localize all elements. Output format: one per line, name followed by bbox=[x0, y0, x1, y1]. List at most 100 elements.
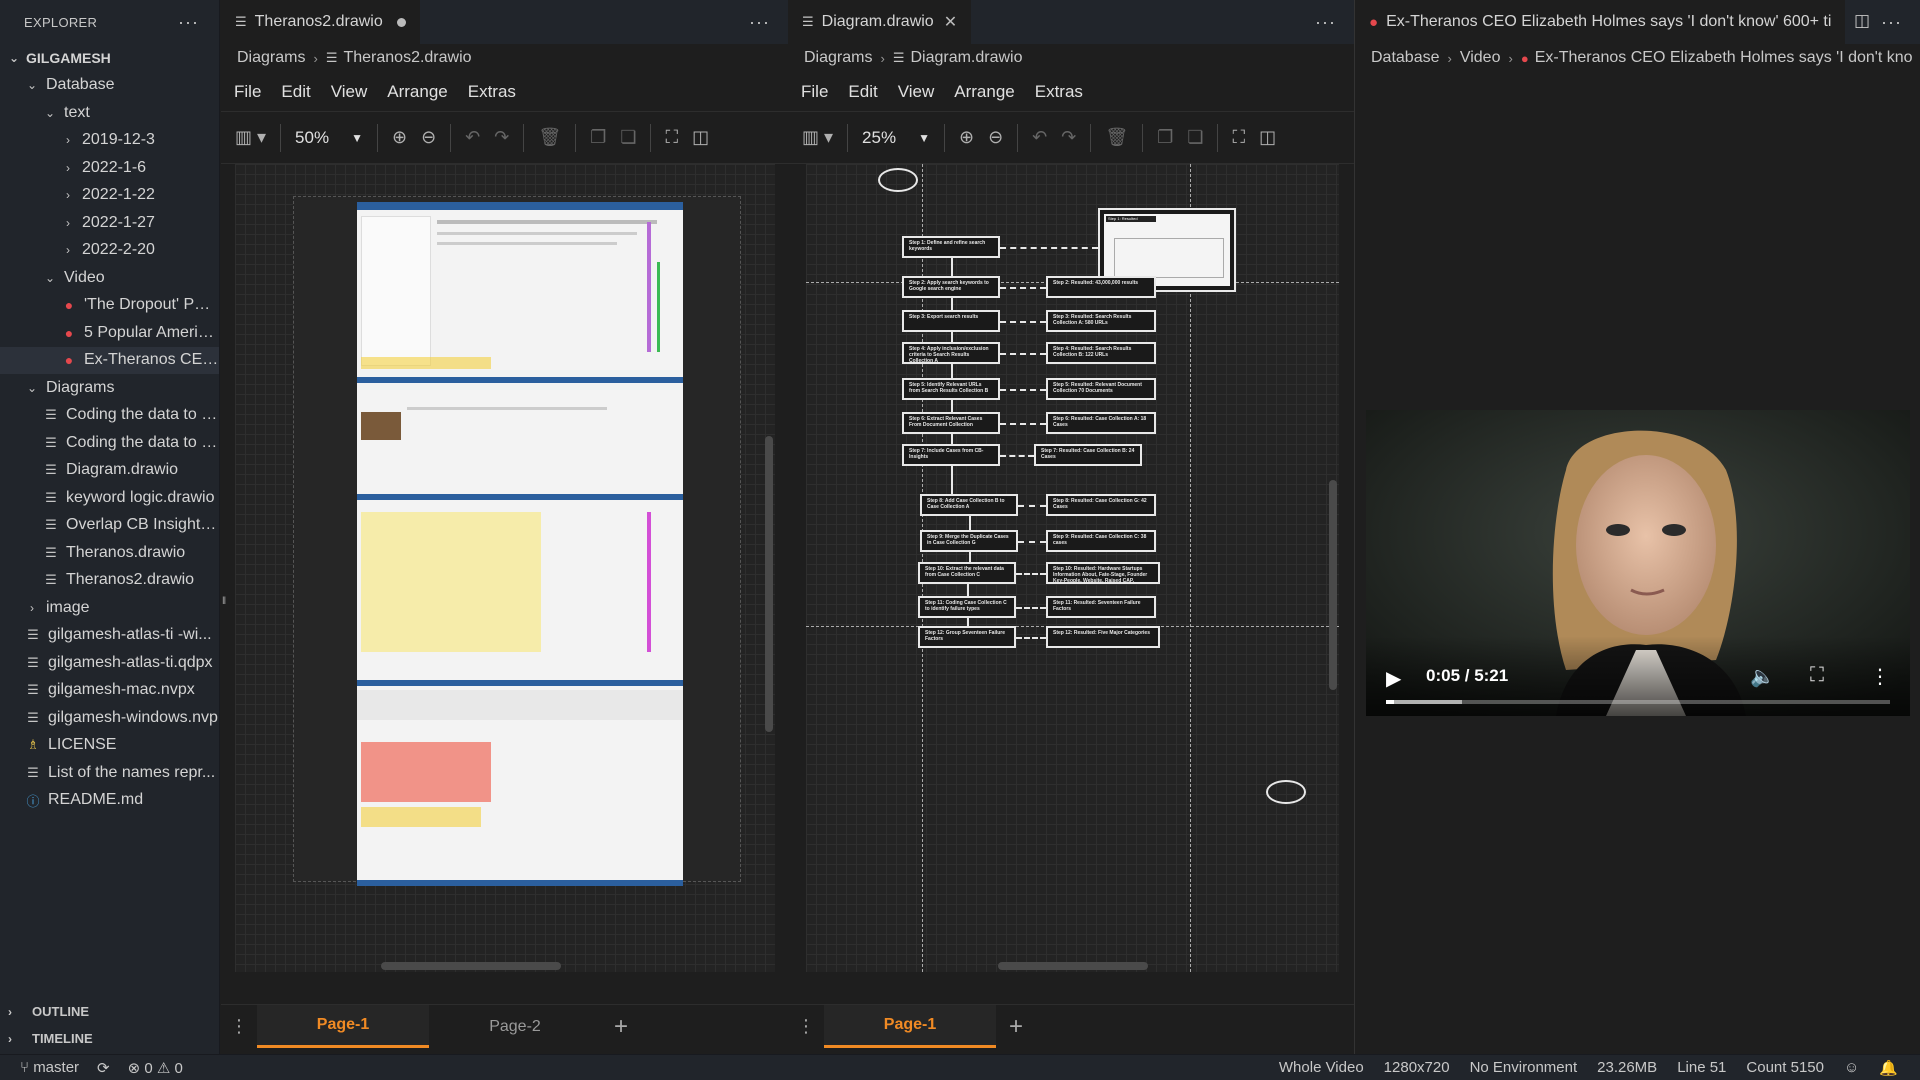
branch-indicator[interactable]: ⑂ master bbox=[20, 1059, 79, 1076]
environment-label[interactable]: No Environment bbox=[1470, 1059, 1578, 1076]
tree-item[interactable]: ☰ Coding the data to id... bbox=[0, 402, 219, 430]
tree-item[interactable]: ☰ List of the names repr... bbox=[0, 759, 219, 787]
flow-step-box[interactable]: Step 8: Add Case Collection B to Case Co… bbox=[920, 494, 1018, 516]
tree-item[interactable]: ● Ex-Theranos CEO El... bbox=[0, 346, 219, 374]
breadcrumb-item[interactable]: Video bbox=[1460, 49, 1501, 67]
flow-result-box[interactable]: Step 4: Resulted: Search Results Collect… bbox=[1046, 342, 1156, 364]
root-folder-gilgamesh[interactable]: ⌄ GILGAMESH bbox=[0, 44, 219, 72]
flow-result-box[interactable]: Step 3: Resulted: Search Results Collect… bbox=[1046, 310, 1156, 332]
tree-item[interactable]: ♗ LICENSE bbox=[0, 732, 219, 760]
redo-icon[interactable]: ↷ bbox=[494, 127, 509, 148]
flow-step-box[interactable]: Step 9: Merge the Duplicate Cases in Cas… bbox=[920, 530, 1018, 552]
video-progress-track[interactable] bbox=[1386, 700, 1890, 704]
delete-icon[interactable]: 🗑 bbox=[1105, 127, 1128, 148]
tree-item[interactable]: ⌄ Video bbox=[0, 264, 219, 292]
tree-item[interactable]: ☰ gilgamesh-atlas-ti -wi... bbox=[0, 622, 219, 650]
flow-result-box[interactable]: Step 9: Resulted: Case Collection C: 38 … bbox=[1046, 530, 1156, 552]
tree-item[interactable]: ☰ Diagram.drawio bbox=[0, 457, 219, 485]
split-editor-icon[interactable]: ◫ bbox=[1854, 11, 1870, 31]
problems-indicator[interactable]: ⊗ 0 ⚠ 0 bbox=[128, 1059, 183, 1077]
undo-icon[interactable]: ↶ bbox=[465, 127, 480, 148]
more-vert-icon[interactable]: ⋮ bbox=[1870, 664, 1890, 689]
tree-item[interactable]: ☰ Coding the data to id... bbox=[0, 429, 219, 457]
volume-icon[interactable]: 🔈 bbox=[1750, 664, 1775, 689]
bell-icon[interactable]: 🔔 bbox=[1879, 1059, 1898, 1077]
flow-step-box[interactable]: Step 12: Group Seventeen Failure Factors bbox=[918, 626, 1016, 648]
tree-item[interactable]: › 2022-1-22 bbox=[0, 182, 219, 210]
flow-step-box[interactable]: Step 11: Coding Case Collection C to ide… bbox=[918, 596, 1016, 618]
fullscreen-icon[interactable]: ⛶ bbox=[1810, 664, 1824, 687]
zoom-in-icon[interactable]: ⊕ bbox=[392, 127, 407, 148]
more-actions-icon[interactable]: ··· bbox=[749, 12, 770, 33]
tree-item[interactable]: › 2022-2-20 bbox=[0, 237, 219, 265]
flow-step-box[interactable]: Step 4: Apply inclusion/exclusion criter… bbox=[902, 342, 1000, 364]
tree-item[interactable]: ☰ gilgamesh-mac.nvpx bbox=[0, 677, 219, 705]
embedded-screenshot-stack[interactable] bbox=[357, 202, 683, 886]
tree-item[interactable]: ⓘ README.md bbox=[0, 787, 219, 815]
menu-edit[interactable]: Edit bbox=[281, 82, 310, 102]
flow-step-box[interactable]: Step 1: Define and refine search keyword… bbox=[902, 236, 1000, 258]
tree-item[interactable]: ☰ gilgamesh-windows.nvp bbox=[0, 704, 219, 732]
tree-item[interactable]: › 2019-12-3 bbox=[0, 127, 219, 155]
diagram-canvas-1[interactable] bbox=[235, 164, 775, 972]
timeline-section[interactable]: › TIMELINE bbox=[0, 1025, 220, 1052]
fit-icon[interactable]: ⛶ bbox=[665, 127, 678, 148]
breadcrumb-item[interactable]: Diagram.drawio bbox=[910, 49, 1022, 67]
zoom-out-icon[interactable]: ⊖ bbox=[988, 127, 1003, 148]
tree-item[interactable]: ☰ gilgamesh-atlas-ti.qdpx bbox=[0, 649, 219, 677]
page-menu-icon[interactable]: ⋮ bbox=[788, 1005, 824, 1048]
play-icon[interactable]: ▶ bbox=[1386, 666, 1401, 691]
fit-icon[interactable]: ⛶ bbox=[1232, 127, 1245, 148]
flow-step-box[interactable]: Step 6: Extract Relevant Cases From Docu… bbox=[902, 412, 1000, 434]
flow-step-box[interactable]: Step 2: Apply search keywords to Google … bbox=[902, 276, 1000, 298]
menu-extras[interactable]: Extras bbox=[1035, 82, 1083, 102]
zoom-select[interactable]: 25% ▼ bbox=[862, 128, 930, 148]
tree-item[interactable]: ● 5 Popular American... bbox=[0, 319, 219, 347]
tree-item[interactable]: › image bbox=[0, 594, 219, 622]
to-front-icon[interactable]: ❐ bbox=[1157, 127, 1173, 148]
tree-item[interactable]: › 2022-1-27 bbox=[0, 209, 219, 237]
sidebar-toggle-icon[interactable]: ◫ bbox=[692, 127, 709, 148]
menu-edit[interactable]: Edit bbox=[848, 82, 877, 102]
tree-item[interactable]: ⌄ Diagrams bbox=[0, 374, 219, 402]
format-panel-icon[interactable]: ▥ ▾ bbox=[235, 127, 266, 148]
page-tab-1[interactable]: Page-1 bbox=[257, 1005, 429, 1048]
tab-video[interactable]: ● Ex-Theranos CEO Elizabeth Holmes says … bbox=[1355, 0, 1845, 44]
line-label[interactable]: Line 51 bbox=[1677, 1059, 1726, 1076]
zoom-in-icon[interactable]: ⊕ bbox=[959, 127, 974, 148]
vertical-scrollbar[interactable] bbox=[1329, 480, 1337, 690]
diagram-canvas-2[interactable]: Step 1: Resulted Step 1: Define and refi… bbox=[806, 164, 1339, 972]
flow-result-box[interactable]: Step 7: Resulted: Case Collection B: 24 … bbox=[1034, 444, 1142, 466]
tree-item[interactable]: ☰ Theranos.drawio bbox=[0, 539, 219, 567]
flow-step-box[interactable]: Step 5: Identify Relevant URLs from Sear… bbox=[902, 378, 1000, 400]
whole-video-label[interactable]: Whole Video bbox=[1279, 1059, 1364, 1076]
zoom-out-icon[interactable]: ⊖ bbox=[421, 127, 436, 148]
flow-step-box[interactable]: Step 7: Include Cases from CB-Insights bbox=[902, 444, 1000, 466]
tab-theranos2[interactable]: ☰ Theranos2.drawio bbox=[221, 0, 420, 44]
breadcrumb-item[interactable]: Database bbox=[1371, 49, 1440, 67]
flow-result-box[interactable]: Step 5: Resulted: Relevant Document Coll… bbox=[1046, 378, 1156, 400]
menu-extras[interactable]: Extras bbox=[468, 82, 516, 102]
menu-arrange[interactable]: Arrange bbox=[387, 82, 447, 102]
breadcrumb-item[interactable]: Theranos2.drawio bbox=[343, 49, 471, 67]
undo-icon[interactable]: ↶ bbox=[1032, 127, 1047, 148]
breadcrumb-item[interactable]: Ex-Theranos CEO Elizabeth Holmes says 'I… bbox=[1535, 49, 1913, 67]
sync-icon[interactable]: ⟳ bbox=[97, 1059, 110, 1077]
sidebar-toggle-icon[interactable]: ◫ bbox=[1259, 127, 1276, 148]
menu-view[interactable]: View bbox=[898, 82, 935, 102]
flow-result-box[interactable]: Step 2: Resulted: 43,000,000 results bbox=[1046, 276, 1156, 298]
more-actions-icon[interactable]: ··· bbox=[1881, 12, 1902, 33]
add-page-icon[interactable]: + bbox=[601, 1005, 641, 1048]
flow-result-box[interactable]: Step 10: Resulted: Hardware Startups Inf… bbox=[1046, 562, 1160, 584]
menu-arrange[interactable]: Arrange bbox=[954, 82, 1014, 102]
sash-handle-icon[interactable]: ‖ bbox=[222, 596, 228, 614]
breadcrumb-item[interactable]: Diagrams bbox=[804, 49, 872, 67]
outline-section[interactable]: › OUTLINE bbox=[0, 998, 220, 1025]
feedback-icon[interactable]: ☺ bbox=[1844, 1059, 1859, 1076]
add-page-icon[interactable]: + bbox=[996, 1005, 1036, 1048]
to-front-icon[interactable]: ❐ bbox=[590, 127, 606, 148]
tree-item[interactable]: ⌄ Database bbox=[0, 72, 219, 100]
tree-item[interactable]: ☰ Theranos2.drawio bbox=[0, 567, 219, 595]
tree-item[interactable]: ⌄ text bbox=[0, 99, 219, 127]
redo-icon[interactable]: ↷ bbox=[1061, 127, 1076, 148]
